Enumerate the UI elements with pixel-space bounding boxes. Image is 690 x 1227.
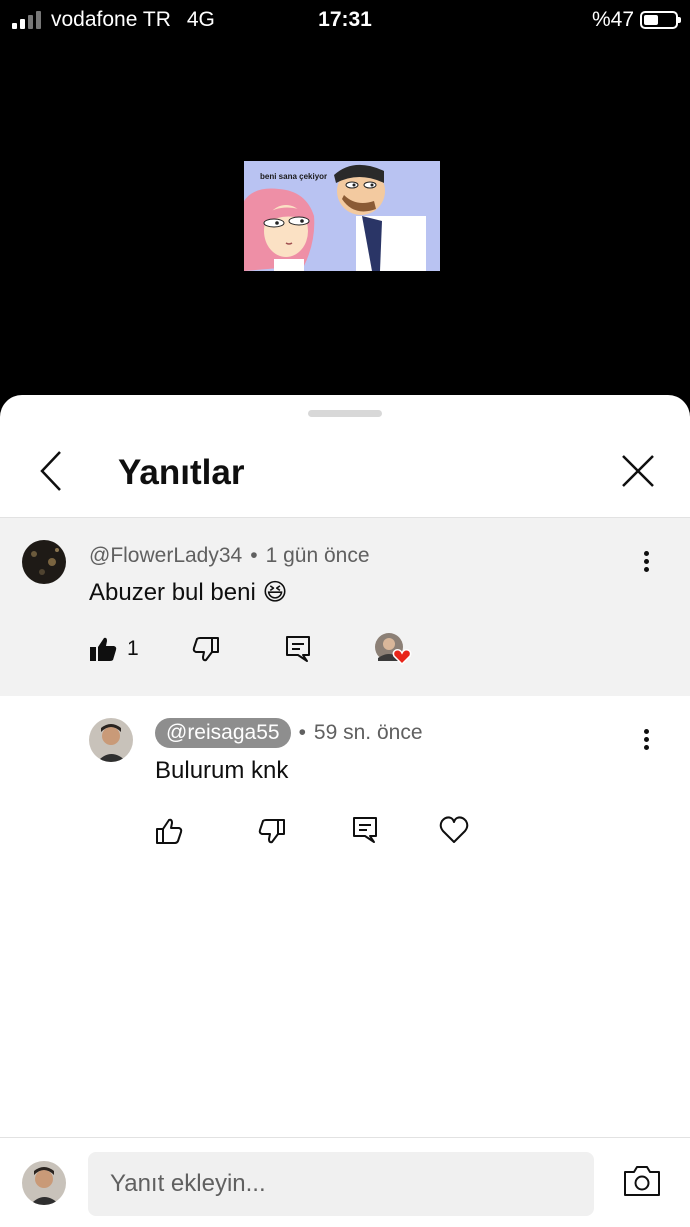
more-options-button[interactable] [636, 548, 656, 578]
reply-meta: @reisaga55 • 59 sn. önce [155, 718, 423, 748]
meta-separator: • [298, 721, 306, 744]
camera-button[interactable] [622, 1164, 662, 1200]
comment-reply-icon [353, 817, 377, 843]
parent-comment: @FlowerLady34 • 1 gün önce Abuzer bul be… [0, 518, 690, 696]
drag-handle[interactable] [308, 410, 382, 417]
battery-icon [640, 11, 681, 29]
meta-separator: • [250, 544, 258, 567]
creator-heart-badge [374, 632, 412, 668]
clock: 17:31 [318, 8, 372, 31]
video-caption: beni sana çekiyor [260, 172, 328, 181]
avatar-image [89, 718, 133, 762]
reply-comment: @reisaga55 • 59 sn. önce Bulurum knk [0, 696, 690, 896]
back-button[interactable] [34, 449, 74, 493]
replies-sheet: Yanıtlar @FlowerLady34 • 1 gün önce Abuz… [0, 395, 690, 1227]
like-button[interactable] [155, 818, 183, 844]
reply-button[interactable] [285, 635, 311, 663]
reply-button[interactable] [352, 816, 378, 844]
heart-outline-icon [439, 816, 469, 843]
comment-text: Abuzer bul beni [89, 579, 256, 606]
reply-input[interactable]: Yanıt ekleyin... [88, 1152, 594, 1216]
chevron-left-icon [40, 451, 61, 491]
comment-author[interactable]: @FlowerLady34 [89, 544, 242, 568]
avatar-image [22, 540, 66, 584]
reply-avatar[interactable] [89, 718, 133, 762]
comment-time: 1 gün önce [265, 544, 370, 567]
thumbs-up-icon [156, 818, 183, 844]
reply-text: Bulurum knk [155, 757, 289, 784]
my-avatar [22, 1161, 66, 1205]
like-count: 1 [127, 637, 139, 660]
reply-author[interactable]: @reisaga55 [155, 718, 291, 748]
comment-text-row: Abuzer bul beni 😆 [89, 578, 287, 607]
avatar-image [22, 1161, 66, 1205]
like-button[interactable]: 1 [89, 636, 139, 662]
thumbs-down-icon [192, 637, 219, 662]
close-button[interactable] [618, 451, 658, 491]
video-player[interactable]: beni sana çekiyor [244, 161, 440, 271]
creator-avatar-heart-icon [375, 633, 412, 666]
battery-percent: %47 [591, 8, 634, 31]
dislike-button[interactable] [192, 636, 220, 662]
laughing-emoji: 😆 [262, 579, 288, 606]
thumbs-down-icon [258, 819, 285, 844]
page-title: Yanıtlar [118, 453, 245, 492]
status-bar: vodafone TR 4G 17:31 %47 [0, 0, 690, 40]
heart-button[interactable] [439, 816, 469, 844]
avatar[interactable] [22, 540, 66, 584]
camera-icon [624, 1166, 660, 1196]
sheet-header: Yanıtlar [0, 435, 690, 518]
comment-meta: @FlowerLady34 • 1 gün önce [89, 544, 370, 568]
reply-time: 59 sn. önce [313, 721, 423, 744]
more-options-button[interactable] [636, 726, 656, 756]
thumbs-up-filled-icon [90, 637, 117, 661]
close-icon [622, 455, 654, 487]
dislike-button[interactable] [258, 818, 286, 844]
reply-composer: Yanıt ekleyin... [0, 1137, 690, 1227]
comment-reply-icon [286, 636, 310, 662]
